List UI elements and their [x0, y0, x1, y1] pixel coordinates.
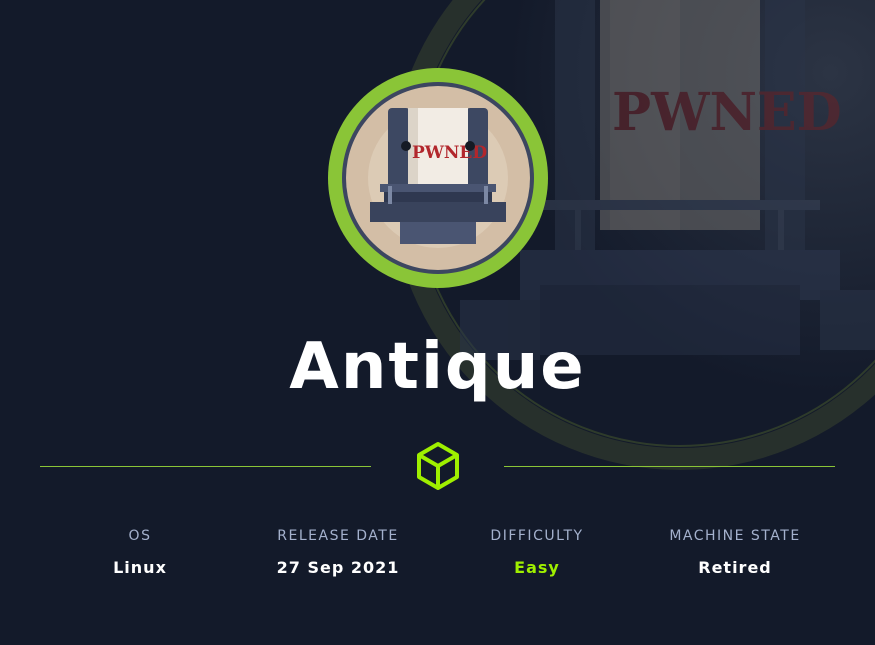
difficulty-badge: Easy [514, 558, 560, 577]
machine-banner: PWNED PWNED Antique OS Linux RELEASE DAT… [0, 0, 875, 645]
stat-machine-state: MACHINE STATE Retired [635, 528, 835, 577]
stat-release-date: RELEASE DATE 27 Sep 2021 [238, 528, 438, 577]
background-pwned-text: PWNED [612, 82, 842, 143]
machine-stats: OS Linux RELEASE DATE 27 Sep 2021 DIFFIC… [40, 528, 835, 588]
stat-label: OS [128, 528, 152, 544]
stat-label: DIFFICULTY [490, 528, 584, 544]
cube-icon [417, 442, 459, 490]
stat-label: RELEASE DATE [277, 528, 399, 544]
avatar-pwned-text: PWNED [412, 143, 487, 163]
stat-value: 27 Sep 2021 [276, 558, 400, 577]
machine-avatar: PWNED [328, 68, 548, 288]
machine-name: Antique [289, 330, 586, 404]
stat-value: Retired [698, 558, 772, 577]
divider-left [40, 466, 371, 467]
stat-label: MACHINE STATE [669, 528, 801, 544]
stat-value: Linux [113, 558, 167, 577]
stat-difficulty: DIFFICULTY Easy [437, 528, 637, 577]
stat-os: OS Linux [40, 528, 240, 577]
divider-right [504, 466, 835, 467]
